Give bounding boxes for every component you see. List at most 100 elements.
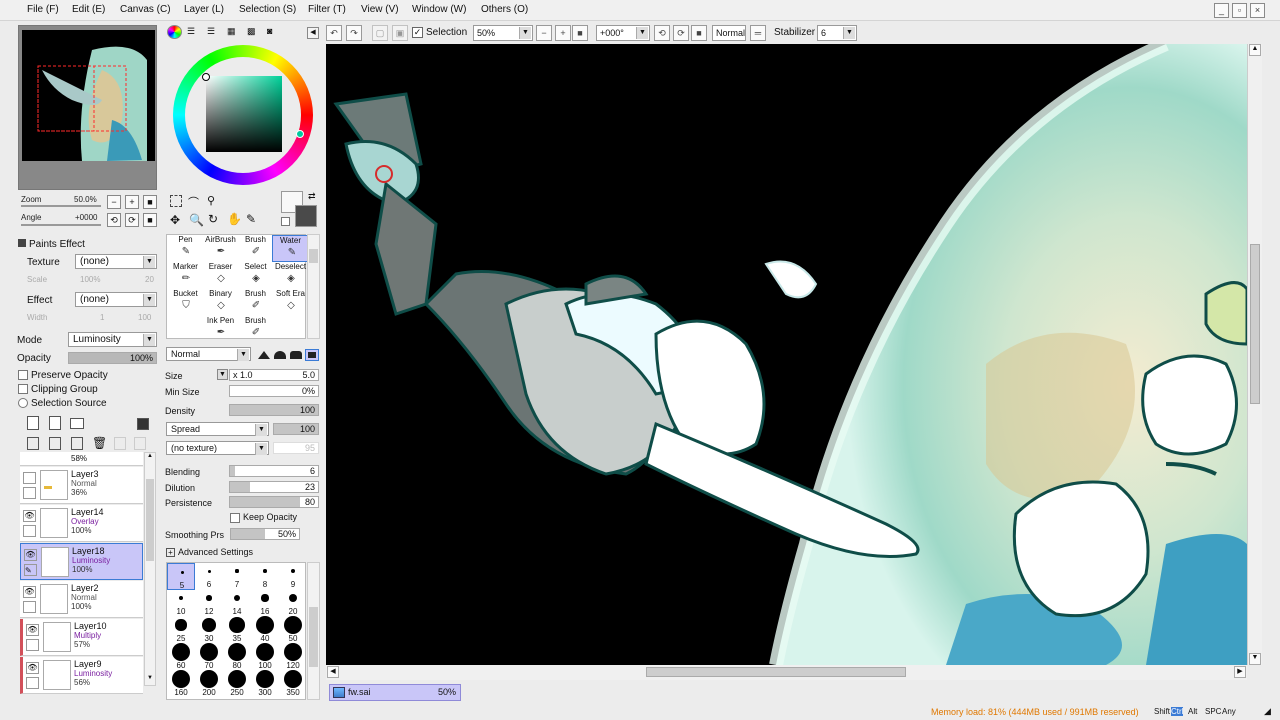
tool-slot[interactable]: Deselect ◈ bbox=[272, 262, 309, 289]
layer-mask-icon[interactable] bbox=[137, 418, 149, 430]
view-mode-select[interactable]: Normal bbox=[712, 25, 746, 41]
layer-lock-icon[interactable] bbox=[23, 601, 36, 613]
invert-selection-icon[interactable]: ▣ bbox=[392, 25, 408, 41]
selection-checkbox[interactable]: ✓ bbox=[412, 27, 423, 38]
layer-lock-icon[interactable] bbox=[23, 487, 36, 499]
tool-slot[interactable]: Water ✎ bbox=[272, 235, 309, 262]
minimize-button[interactable]: _ bbox=[1214, 3, 1229, 18]
spread-slider[interactable]: 100 bbox=[273, 423, 319, 435]
brush-size-preset[interactable]: 30 bbox=[195, 617, 223, 644]
layer-list-scrollbar[interactable]: ▲ ▼ bbox=[144, 452, 156, 686]
zoom-in-icon[interactable]: + bbox=[555, 25, 571, 41]
drawing-canvas[interactable] bbox=[326, 44, 1247, 665]
saturation-value-square[interactable] bbox=[206, 76, 282, 152]
horizontal-scroll-thumb[interactable] bbox=[646, 667, 906, 677]
persistence-slider[interactable]: 80 bbox=[229, 496, 319, 508]
undo-icon[interactable]: ↶ bbox=[326, 25, 342, 41]
brush-size-preset[interactable]: 6 bbox=[195, 563, 223, 590]
layer-scroll-thumb[interactable] bbox=[146, 479, 154, 561]
scroll-down-icon[interactable]: ▼ bbox=[145, 675, 155, 685]
background-color-swatch[interactable] bbox=[295, 205, 317, 227]
dilution-slider[interactable]: 23 bbox=[229, 481, 319, 493]
tool-slot[interactable]: Brush ✐ bbox=[237, 289, 274, 316]
sv-cursor[interactable] bbox=[202, 73, 210, 81]
brush-blend-select[interactable]: Normal ▼ bbox=[166, 347, 251, 361]
smoothing-slider[interactable]: 50% bbox=[230, 528, 300, 540]
zoom-icon[interactable]: 🔍 bbox=[189, 213, 204, 227]
move-icon[interactable]: ✥ bbox=[170, 213, 180, 227]
brush-size-preset[interactable]: 12 bbox=[195, 590, 223, 617]
tool-slot[interactable]: Eraser ◇ bbox=[202, 262, 239, 289]
texture-select[interactable]: (none) ▼ bbox=[75, 254, 157, 269]
brush-size-preset[interactable]: 100 bbox=[251, 643, 279, 671]
brush-size-preset[interactable]: 160 bbox=[167, 670, 195, 698]
vertical-scroll-thumb[interactable] bbox=[1250, 244, 1260, 404]
document-tab[interactable]: fw.sai 50% bbox=[329, 684, 461, 701]
tool-slot[interactable]: Select ◈ bbox=[237, 262, 274, 289]
scroll-up-icon[interactable]: ▲ bbox=[1249, 44, 1261, 56]
menu-item-3[interactable]: Layer (L) bbox=[184, 4, 224, 15]
rotate-reset-icon[interactable]: ■ bbox=[143, 213, 157, 227]
stabilizer-select[interactable]: 6 ▼ bbox=[817, 25, 857, 41]
visibility-eye-icon[interactable] bbox=[23, 472, 36, 484]
tool-slot[interactable]: Pen ✎ bbox=[167, 235, 204, 262]
layer-row[interactable]: Layer3 Normal 36% bbox=[20, 467, 143, 504]
layer-mode-select[interactable]: Luminosity ▼ bbox=[68, 332, 157, 347]
layer-lock-icon[interactable] bbox=[26, 639, 39, 651]
apply-mask-icon[interactable] bbox=[114, 437, 126, 450]
transfer-down-icon[interactable] bbox=[27, 437, 39, 450]
scroll-down-icon[interactable]: ▼ bbox=[1249, 653, 1261, 665]
close-button[interactable]: × bbox=[1250, 3, 1265, 18]
merge-selection-icon[interactable] bbox=[134, 437, 146, 450]
layer-lock-icon[interactable]: ✎ bbox=[24, 564, 37, 576]
brush-size-preset[interactable]: 14 bbox=[223, 590, 251, 617]
brush-size-preset[interactable]: 80 bbox=[223, 643, 251, 671]
angle-select[interactable]: +000° ▼ bbox=[596, 25, 650, 41]
tool-slot[interactable]: Binary ◇ bbox=[202, 289, 239, 316]
keep-opacity-checkbox[interactable] bbox=[230, 512, 240, 523]
brush-size-preset[interactable]: 9 bbox=[279, 563, 305, 590]
brush-size-preset[interactable]: 35 bbox=[223, 617, 251, 644]
lasso-icon[interactable]: ⌒ bbox=[188, 194, 199, 210]
tool-slot[interactable]: AirBrush ✒ bbox=[202, 235, 239, 262]
menu-item-0[interactable]: File (F) bbox=[27, 4, 59, 15]
menu-item-5[interactable]: Filter (T) bbox=[308, 4, 346, 15]
advanced-settings-toggle[interactable]: + Advanced Settings bbox=[166, 547, 253, 557]
density-slider[interactable]: 100 bbox=[229, 404, 319, 416]
panel-collapse-icon[interactable]: ◀ bbox=[307, 27, 319, 39]
magic-wand-icon[interactable]: ⚲ bbox=[207, 194, 215, 207]
tool-slot[interactable]: Bucket ⛉ bbox=[167, 289, 204, 316]
rotate-reset-icon[interactable]: ■ bbox=[691, 25, 707, 41]
tool-scroll-thumb[interactable] bbox=[309, 249, 318, 263]
scroll-left-icon[interactable]: ◀ bbox=[327, 666, 339, 678]
layer-lock-icon[interactable] bbox=[26, 677, 39, 689]
layer-row[interactable]: 👁 Layer2 Normal 100% bbox=[20, 581, 143, 618]
layer-opacity-slider[interactable]: 100% bbox=[68, 352, 157, 364]
preserve-opacity-option[interactable]: Preserve Opacity bbox=[18, 370, 108, 381]
flip-icon[interactable]: ═ bbox=[750, 25, 766, 41]
brush-size-field[interactable]: x 1.0 5.0 bbox=[229, 369, 319, 381]
brush-size-preset[interactable]: 7 bbox=[223, 563, 251, 590]
zoom-slider[interactable] bbox=[21, 205, 101, 207]
layer-partial[interactable]: 58% bbox=[20, 452, 143, 466]
rotate-left-icon[interactable]: ⟲ bbox=[654, 25, 670, 41]
brush-size-preset[interactable]: 120 bbox=[279, 643, 305, 671]
brush-texture-select[interactable]: (no texture) ▼ bbox=[166, 441, 269, 455]
visibility-eye-icon[interactable]: 👁 bbox=[26, 624, 39, 636]
size-grid-scrollbar[interactable] bbox=[307, 562, 320, 700]
canvas-vertical-scrollbar[interactable]: ▲ ▼ bbox=[1247, 44, 1262, 665]
visibility-eye-icon[interactable]: 👁 bbox=[24, 549, 37, 561]
swatches-tab-icon[interactable]: ◙ bbox=[267, 26, 279, 38]
clipping-group-option[interactable]: Clipping Group bbox=[18, 384, 98, 395]
hsv-slider-tab-icon[interactable]: ☰ bbox=[207, 26, 219, 38]
tool-slot[interactable] bbox=[272, 316, 309, 343]
new-layer-icon[interactable] bbox=[27, 416, 39, 430]
brush-size-preset[interactable]: 8 bbox=[251, 563, 279, 590]
scratchpad-tab-icon[interactable]: ▩ bbox=[247, 26, 259, 38]
rect-select-icon[interactable] bbox=[170, 195, 182, 207]
menu-item-8[interactable]: Others (O) bbox=[481, 4, 528, 15]
clipping-group-checkbox[interactable] bbox=[18, 384, 28, 395]
merge-down-icon[interactable] bbox=[49, 437, 61, 450]
rotate-left-icon[interactable]: ⟲ bbox=[107, 213, 121, 227]
palette-tab-icon[interactable]: ▦ bbox=[227, 26, 239, 38]
